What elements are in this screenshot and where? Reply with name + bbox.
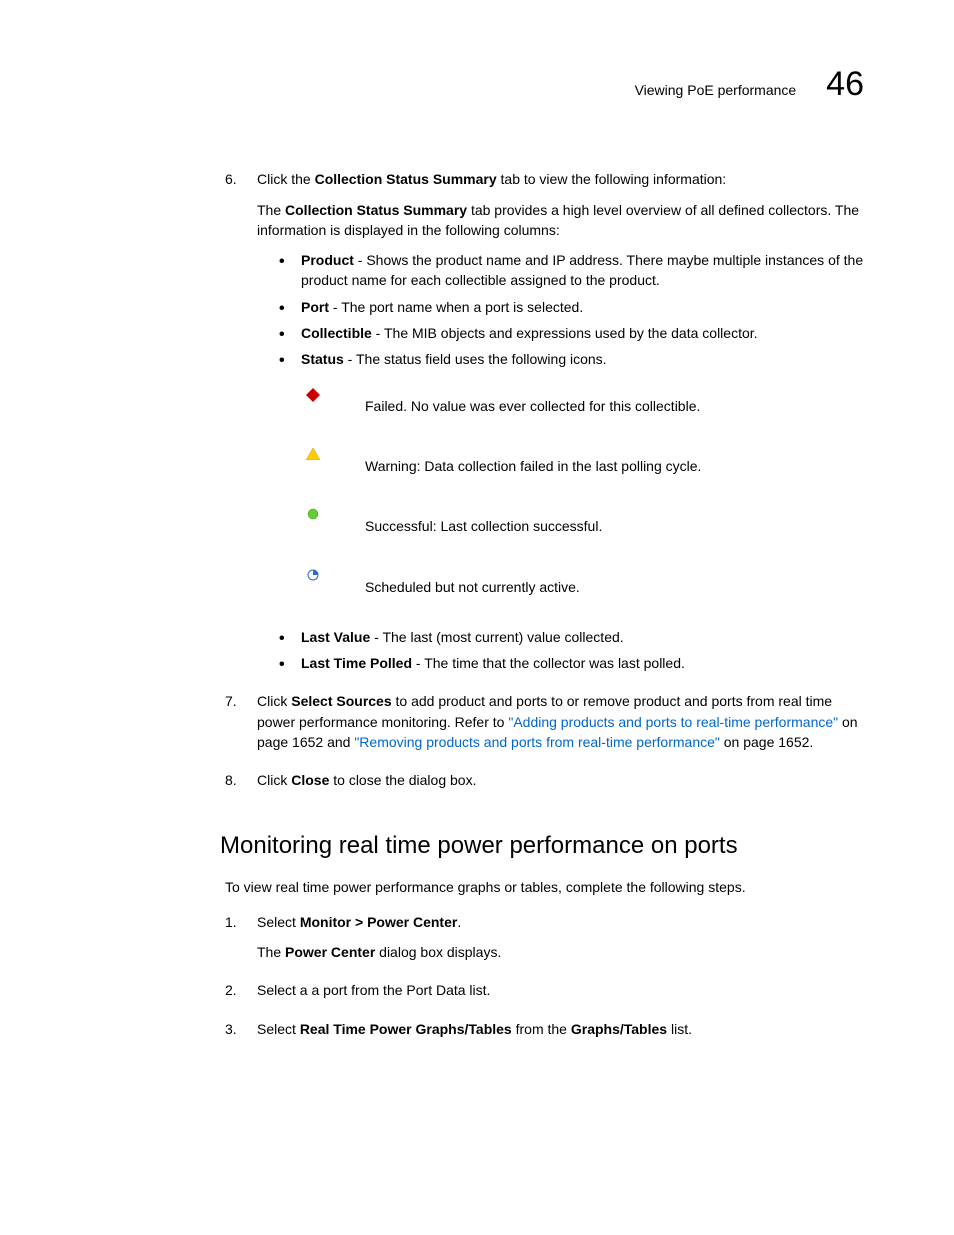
link-removing-products[interactable]: "Removing products and ports from real-t… [354, 734, 720, 750]
step7-text: Click Select Sources to add product and … [257, 691, 864, 752]
header-title: Viewing PoE performance [635, 80, 797, 100]
step6-line2: The Collection Status Summary tab provid… [257, 200, 864, 241]
step-number: 1. [225, 912, 243, 973]
s2-step2-text: Select a a port from the Port Data list. [257, 980, 864, 1000]
list-item: Status - The status field uses the follo… [279, 349, 864, 369]
failed-icon [301, 386, 325, 402]
scheduled-icon [301, 567, 325, 581]
chapter-number: 46 [826, 60, 864, 109]
step-7: 7. Click Select Sources to add product a… [225, 691, 864, 762]
status-icons-table: Failed. No value was ever collected for … [301, 386, 864, 597]
status-text: Warning: Data collection failed in the l… [365, 446, 864, 476]
step8-text: Click Close to close the dialog box. [257, 770, 864, 790]
list-item: Port - The port name when a port is sele… [279, 297, 864, 317]
success-icon [301, 506, 325, 520]
columns-list: Product - Shows the product name and IP … [279, 250, 864, 369]
warning-icon [301, 446, 325, 460]
status-row-scheduled: Scheduled but not currently active. [301, 567, 864, 597]
status-row-warning: Warning: Data collection failed in the l… [301, 446, 864, 476]
columns-list-2: Last Value - The last (most current) val… [279, 627, 864, 674]
list-item: Product - Shows the product name and IP … [279, 250, 864, 291]
status-text: Failed. No value was ever collected for … [365, 386, 864, 416]
section2-intro: To view real time power performance grap… [225, 877, 864, 897]
s2-step1-line1: Select Monitor > Power Center. [257, 912, 864, 932]
section2-step-2: 2. Select a a port from the Port Data li… [225, 980, 864, 1010]
section2-step-3: 3. Select Real Time Power Graphs/Tables … [225, 1019, 864, 1049]
list-item: Last Time Polled - The time that the col… [279, 653, 864, 673]
step-8: 8. Click Close to close the dialog box. [225, 770, 864, 800]
step-number: 7. [225, 691, 243, 762]
step-number: 3. [225, 1019, 243, 1049]
status-row-success: Successful: Last collection successful. [301, 506, 864, 536]
s2-step3-text: Select Real Time Power Graphs/Tables fro… [257, 1019, 864, 1039]
section-title-monitoring: Monitoring real time power performance o… [220, 829, 864, 864]
link-adding-products[interactable]: "Adding products and ports to real-time … [508, 714, 838, 730]
page-header: Viewing PoE performance 46 [90, 60, 864, 109]
step-6: 6. Click the Collection Status Summary t… [225, 169, 864, 683]
section2-step-1: 1. Select Monitor > Power Center. The Po… [225, 912, 864, 973]
list-item: Last Value - The last (most current) val… [279, 627, 864, 647]
s2-step1-line2: The Power Center dialog box displays. [257, 942, 864, 962]
status-text: Successful: Last collection successful. [365, 506, 864, 536]
status-row-failed: Failed. No value was ever collected for … [301, 386, 864, 416]
step-number: 6. [225, 169, 243, 683]
status-text: Scheduled but not currently active. [365, 567, 864, 597]
step-number: 8. [225, 770, 243, 800]
list-item: Collectible - The MIB objects and expres… [279, 323, 864, 343]
step-number: 2. [225, 980, 243, 1010]
content-area: 6. Click the Collection Status Summary t… [90, 169, 864, 1049]
step6-line1: Click the Collection Status Summary tab … [257, 169, 864, 189]
